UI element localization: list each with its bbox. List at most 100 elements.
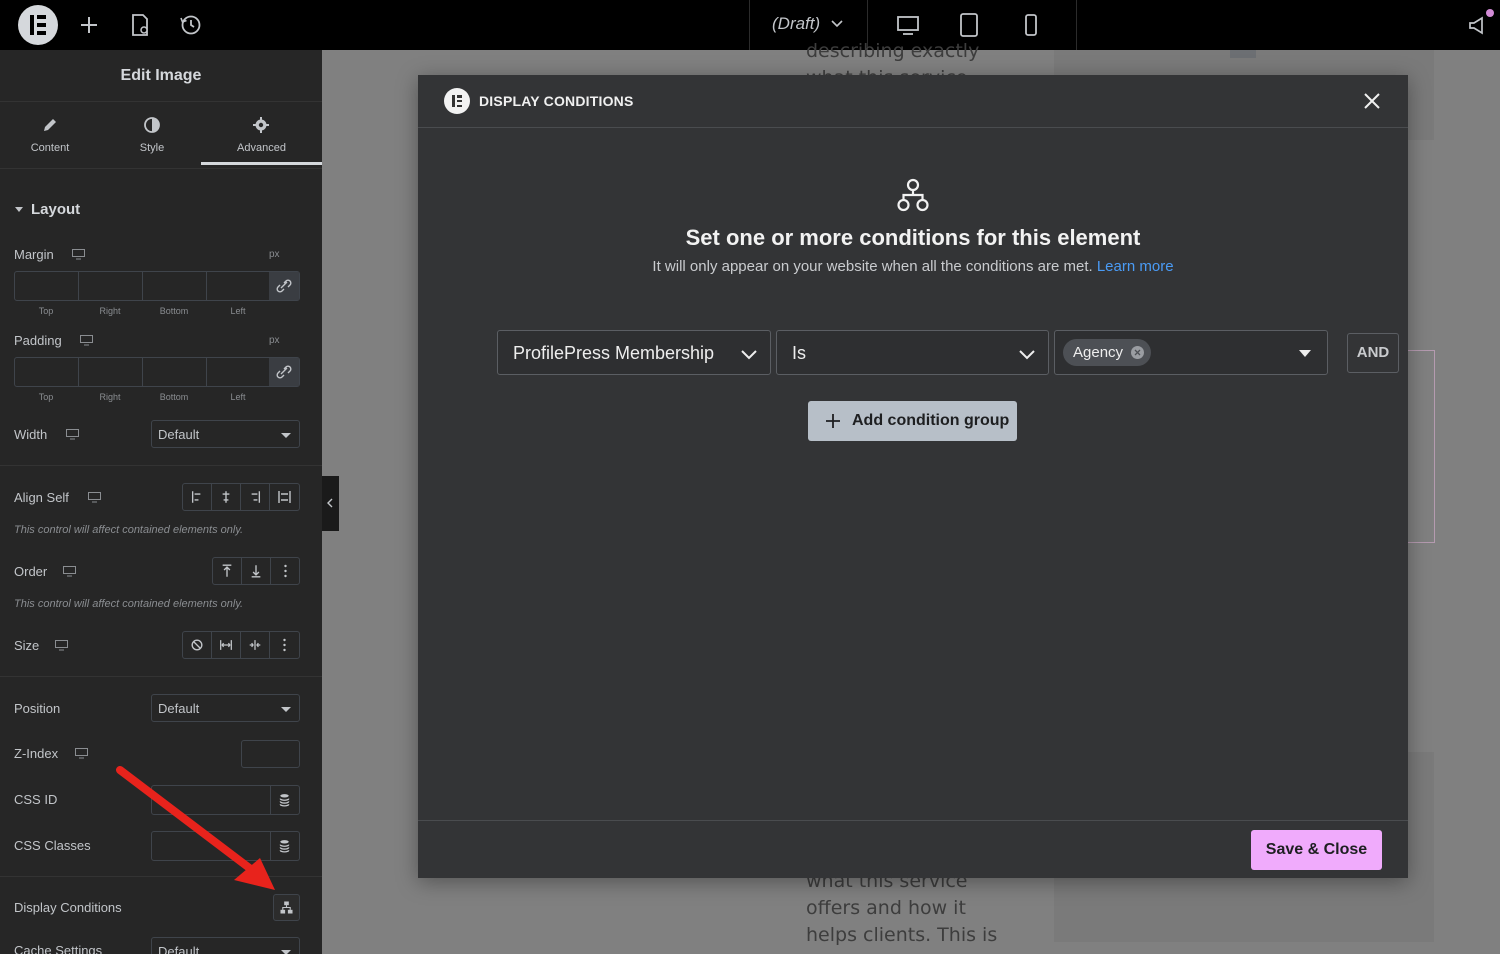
desktop-icon[interactable]	[75, 748, 88, 759]
panel-title: Edit Image	[0, 50, 322, 102]
width-select[interactable]: Default	[151, 420, 300, 448]
tab-label: Advanced	[237, 142, 286, 154]
divider	[418, 820, 1408, 821]
elementor-logo-icon[interactable]	[18, 5, 58, 45]
no-size-icon[interactable]	[183, 632, 212, 658]
desktop-icon[interactable]	[80, 335, 93, 346]
side-label: Bottom	[159, 392, 189, 402]
align-center-icon[interactable]	[212, 484, 241, 510]
add-condition-group-button[interactable]: Add condition group	[808, 401, 1017, 441]
select-value: Default	[158, 427, 200, 442]
chevron-down-icon	[1019, 350, 1035, 360]
condition-value-select[interactable]: Agency	[1054, 330, 1328, 375]
chevron-down-icon[interactable]	[830, 16, 844, 30]
tab-advanced[interactable]: Advanced	[201, 103, 322, 165]
and-button[interactable]: AND	[1347, 333, 1399, 373]
padding-label: Padding	[14, 333, 62, 348]
desktop-icon[interactable]	[895, 12, 921, 38]
section-title-layout[interactable]: Layout	[31, 201, 80, 218]
link-icon[interactable]	[269, 358, 299, 386]
unit-selector[interactable]: px	[269, 335, 280, 346]
pencil-icon	[44, 119, 56, 131]
cache-settings-label: Cache Settings	[14, 943, 103, 954]
css-id-label: CSS ID	[14, 792, 58, 807]
side-label: Right	[99, 306, 121, 316]
close-icon[interactable]	[1362, 91, 1382, 111]
padding-bottom-input[interactable]	[143, 358, 207, 386]
save-close-button[interactable]: Save & Close	[1251, 830, 1382, 870]
condition-operator-select[interactable]: Is	[776, 330, 1049, 375]
tab-content[interactable]: Content	[0, 103, 100, 165]
padding-top-input[interactable]	[15, 358, 79, 386]
align-start-icon[interactable]	[183, 484, 212, 510]
side-label: Top	[38, 306, 54, 316]
size-buttons	[182, 631, 300, 659]
tab-label: Style	[139, 142, 165, 154]
order-last-icon[interactable]	[242, 558, 271, 584]
canvas-text: what this service offers and how it help…	[806, 868, 997, 949]
z-index-label: Z-Index	[14, 746, 59, 761]
position-select[interactable]: Default	[151, 694, 300, 722]
desktop-icon[interactable]	[72, 249, 85, 260]
position-label: Position	[14, 701, 61, 716]
value-tag: Agency	[1063, 339, 1152, 366]
cache-settings-select[interactable]: Default	[151, 937, 300, 954]
align-end-icon[interactable]	[241, 484, 270, 510]
learn-more-link[interactable]: Learn more	[1097, 258, 1174, 275]
canvas-text-line: offers and how it	[806, 897, 966, 919]
margin-inputs	[14, 271, 300, 301]
selected-element-outline	[1408, 350, 1435, 543]
size-label: Size	[14, 638, 40, 653]
align-self-label: Align Self	[14, 490, 69, 505]
margin-right-input[interactable]	[79, 272, 143, 300]
more-icon[interactable]	[270, 632, 299, 658]
select-value: ProfilePress Membership	[513, 343, 715, 363]
subtitle-text: It will only appear on your website when…	[652, 258, 1093, 275]
align-self-note: This control will affect contained eleme…	[14, 524, 244, 536]
tab-label: Content	[30, 142, 70, 154]
align-stretch-icon[interactable]	[270, 484, 299, 510]
plus-icon[interactable]	[76, 12, 102, 38]
caret-down-icon[interactable]	[14, 206, 24, 214]
contrast-icon	[144, 117, 160, 133]
page-settings-icon[interactable]	[127, 12, 153, 38]
remove-tag-icon[interactable]	[1131, 346, 1145, 359]
padding-right-input[interactable]	[79, 358, 143, 386]
modal-header: DISPLAY CONDITIONS	[418, 75, 1408, 128]
tablet-icon[interactable]	[956, 12, 982, 38]
caret-down-icon	[281, 950, 291, 954]
caret-down-icon	[281, 433, 291, 438]
grow-icon[interactable]	[212, 632, 241, 658]
desktop-icon[interactable]	[88, 492, 101, 503]
draft-status[interactable]: (Draft)	[772, 14, 820, 34]
conditions-hierarchy-icon	[897, 178, 929, 212]
margin-left-input[interactable]	[207, 272, 271, 300]
margin-label: Margin	[14, 247, 54, 262]
margin-top-input[interactable]	[15, 272, 79, 300]
mobile-icon[interactable]	[1018, 12, 1044, 38]
gear-icon	[253, 117, 269, 133]
link-icon[interactable]	[269, 272, 299, 300]
side-label: Right	[99, 392, 121, 402]
tab-style[interactable]: Style	[102, 103, 202, 165]
unit-selector[interactable]: px	[269, 249, 280, 260]
panel-collapse-toggle[interactable]	[322, 476, 339, 531]
desktop-icon[interactable]	[66, 429, 79, 440]
desktop-icon[interactable]	[63, 566, 76, 577]
margin-bottom-input[interactable]	[143, 272, 207, 300]
history-icon[interactable]	[178, 12, 204, 38]
desktop-icon[interactable]	[55, 640, 68, 651]
more-icon[interactable]	[271, 558, 300, 584]
select-value: Default	[158, 701, 200, 716]
order-first-icon[interactable]	[213, 558, 242, 584]
annotation-arrow	[116, 766, 275, 890]
condition-field-select[interactable]: ProfilePress Membership	[497, 330, 771, 375]
add-group-label: Add condition group	[852, 412, 1010, 429]
shrink-icon[interactable]	[241, 632, 270, 658]
display-conditions-label: Display Conditions	[14, 900, 122, 915]
select-value: Is	[792, 343, 807, 363]
padding-left-input[interactable]	[207, 358, 271, 386]
order-label: Order	[14, 564, 48, 579]
toolbar-divider	[749, 0, 750, 50]
modal-heading: Set one or more conditions for this elem…	[685, 225, 1141, 250]
